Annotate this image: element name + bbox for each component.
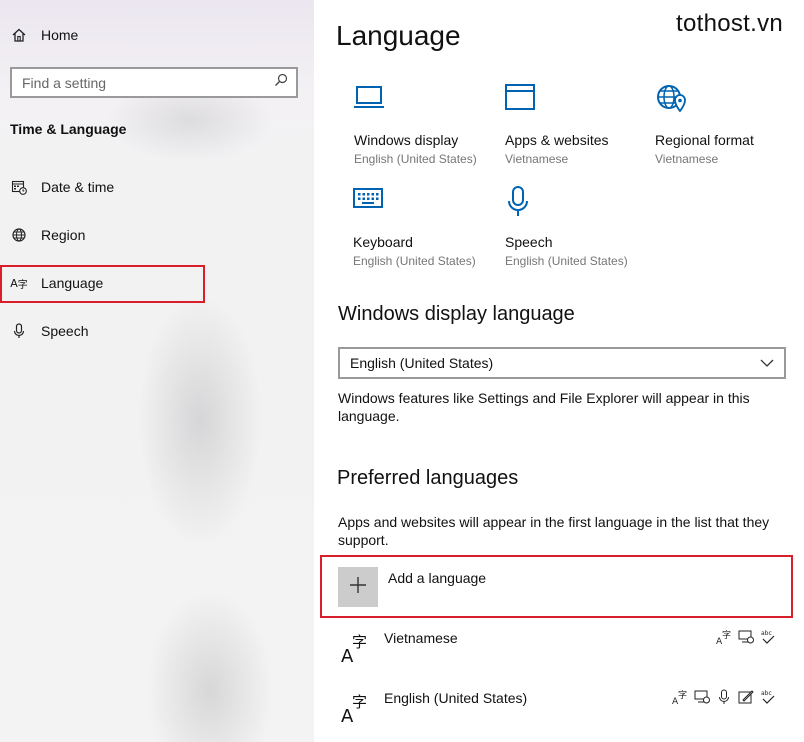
home-icon [10, 26, 28, 44]
language-name: Vietnamese [384, 630, 458, 646]
tile-sub: Vietnamese [655, 152, 719, 166]
dropdown-value: English (United States) [350, 355, 494, 371]
preferred-languages-description: Apps and websites will appear in the fir… [338, 514, 770, 548]
language-icon: A字 [340, 690, 370, 729]
language-pack-icon: A字 [671, 688, 688, 705]
chevron-down-icon [760, 355, 774, 371]
search-icon[interactable] [274, 73, 288, 92]
monitor-icon [354, 84, 504, 124]
spell-check-icon: abc [759, 688, 776, 705]
tile-keyboard[interactable]: Keyboard English (United States) [353, 186, 503, 268]
tile-sub: English (United States) [354, 152, 477, 166]
tile-label: Keyboard [353, 234, 413, 250]
sidebar-item-label: Region [41, 227, 86, 243]
sidebar-item-date-time[interactable]: Date & time [10, 178, 114, 196]
capability-icons: A字 abc [671, 688, 776, 705]
speech-icon [715, 688, 732, 705]
tile-label: Apps & websites [505, 132, 609, 148]
handwriting-icon [737, 688, 754, 705]
nav-home-label: Home [41, 27, 79, 43]
language-name: English (United States) [384, 690, 528, 706]
preferred-languages-heading: Preferred languages [337, 467, 519, 489]
calendar-clock-icon [10, 178, 28, 196]
svg-text:字: 字 [352, 633, 367, 651]
svg-text:字: 字 [722, 629, 731, 641]
keyboard-icon [353, 186, 503, 226]
display-language-heading: Windows display language [338, 303, 575, 325]
microphone-icon [10, 322, 28, 340]
microphone-icon [505, 186, 655, 226]
display-icon [693, 688, 710, 705]
tile-sub: English (United States) [353, 254, 476, 268]
watermark: tothost.vn [676, 10, 784, 37]
sidebar-item-region[interactable]: Region [10, 226, 85, 244]
display-language-description: Windows features like Settings and File … [338, 390, 750, 424]
svg-text:abc: abc [761, 690, 772, 697]
spell-check-icon: abc [759, 628, 776, 645]
tile-sub: English (United States) [505, 254, 628, 268]
language-icon: A字 [340, 630, 370, 669]
globe-icon [10, 226, 28, 244]
display-language-dropdown[interactable]: English (United States) [338, 347, 786, 379]
tile-windows-display[interactable]: Windows display English (United States) [354, 84, 504, 166]
page-title: Language [336, 20, 461, 51]
nav-home[interactable]: Home [10, 26, 78, 44]
window-icon [505, 84, 655, 124]
globe-pin-icon [655, 84, 804, 124]
tile-label: Speech [505, 234, 553, 250]
sidebar-item-speech[interactable]: Speech [10, 322, 88, 340]
sidebar-item-label: Date & time [41, 179, 115, 195]
sidebar: Home Time & Language Date & time Region … [0, 0, 314, 742]
add-language-highlight [320, 555, 793, 618]
section-title: Time & Language [10, 121, 127, 137]
language-row-vietnamese[interactable]: A字 Vietnamese A字 abc [340, 628, 786, 676]
tile-sub: Vietnamese [505, 152, 569, 166]
capability-icons: A字 abc [715, 628, 776, 645]
tile-label: Regional format [655, 132, 754, 148]
display-icon [737, 628, 754, 645]
svg-text:abc: abc [761, 630, 772, 637]
search-input[interactable] [22, 74, 274, 91]
tile-apps-websites[interactable]: Apps & websites Vietnamese [505, 84, 655, 166]
svg-text:字: 字 [352, 693, 367, 711]
tile-label: Windows display [354, 132, 459, 148]
tile-regional-format[interactable]: Regional format Vietnamese [655, 84, 804, 166]
selected-item-highlight [0, 265, 205, 303]
svg-text:字: 字 [678, 689, 687, 701]
sidebar-item-label: Speech [41, 323, 89, 339]
tile-speech[interactable]: Speech English (United States) [505, 186, 655, 268]
language-row-english[interactable]: A字 English (United States) A字 abc [340, 688, 786, 736]
language-pack-icon: A字 [715, 628, 732, 645]
search-box[interactable] [10, 67, 298, 98]
